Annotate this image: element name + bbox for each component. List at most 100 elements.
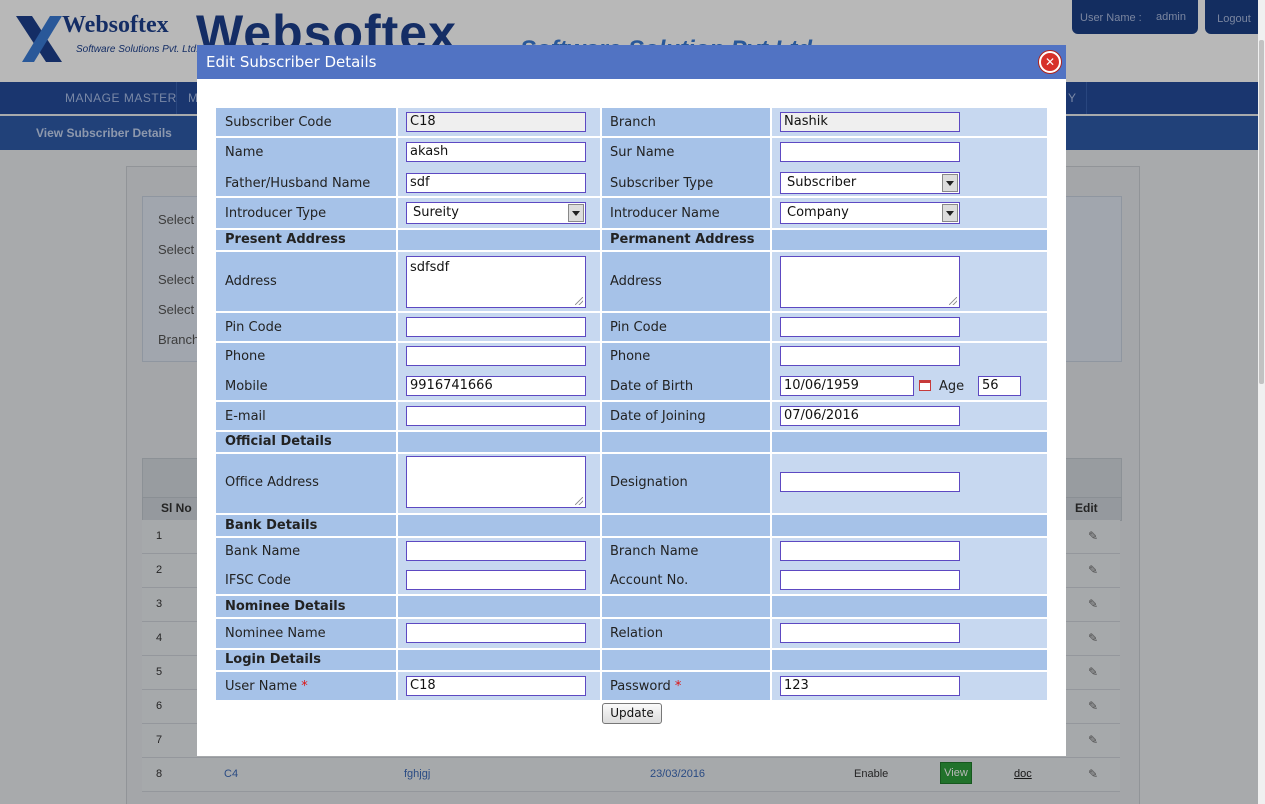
cell: Subscriber Code xyxy=(216,108,397,136)
cell xyxy=(771,313,1047,341)
perm-pin-code-input[interactable] xyxy=(780,317,960,337)
branch-name-label: Branch Name xyxy=(610,544,699,559)
branch-input[interactable]: Nashik xyxy=(780,112,960,132)
cell xyxy=(771,538,1047,594)
sur-name-label: Sur Name xyxy=(610,145,675,160)
password-input[interactable]: 123 xyxy=(780,676,960,696)
close-icon[interactable]: ✕ xyxy=(1039,51,1061,73)
cell: Branch Name Account No. xyxy=(601,538,771,594)
form-row: Pin Code Pin Code xyxy=(216,313,1047,341)
cell: Designation xyxy=(601,454,771,513)
office-address-label: Office Address xyxy=(225,475,319,490)
age-input[interactable]: 56 xyxy=(978,376,1021,396)
introducer-type-select[interactable]: Sureity xyxy=(406,202,586,224)
address-value: sdfsdf xyxy=(410,260,450,275)
dialog-title-bar: Edit Subscriber Details ✕ xyxy=(197,45,1066,79)
perm-phone-input[interactable] xyxy=(780,346,960,366)
account-no-input[interactable] xyxy=(780,570,960,590)
ifsc-label: IFSC Code xyxy=(225,573,291,588)
sur-name-input[interactable] xyxy=(780,142,960,162)
subscriber-code-input[interactable]: C18 xyxy=(406,112,586,132)
form-row: Subscriber Code C18 Branch Nashik xyxy=(216,108,1047,136)
introducer-name-value: Company xyxy=(787,205,849,220)
dialog-title: Edit Subscriber Details xyxy=(206,53,377,71)
cell: Office Address xyxy=(216,454,397,513)
cell xyxy=(397,402,601,430)
perm-phone-label: Phone xyxy=(610,349,651,364)
address-textarea[interactable]: sdfsdf xyxy=(406,256,586,308)
cell: Branch xyxy=(601,108,771,136)
form-row: Nominee Name Relation xyxy=(216,619,1047,648)
column-divider xyxy=(600,108,602,700)
cell xyxy=(771,252,1047,311)
introducer-name-label: Introducer Name xyxy=(610,206,720,221)
mobile-input[interactable]: 9916741666 xyxy=(406,376,586,396)
cell: 10/06/1959 Age 56 xyxy=(771,343,1047,400)
dob-label: Date of Birth xyxy=(610,379,694,394)
bank-name-label: Bank Name xyxy=(225,544,301,559)
office-address-textarea[interactable] xyxy=(406,456,586,508)
cell: Subscriber xyxy=(771,138,1047,196)
cell: Sureity xyxy=(397,198,601,228)
nominee-section-header: Nominee Details xyxy=(216,596,1047,617)
cell: Address xyxy=(601,252,771,311)
ifsc-input[interactable] xyxy=(406,570,586,590)
pin-code-input[interactable] xyxy=(406,317,586,337)
required-mark: * xyxy=(674,679,682,694)
cell: Sur Name Subscriber Type xyxy=(601,138,771,196)
cell xyxy=(771,619,1047,648)
nominee-details-heading: Nominee Details xyxy=(225,599,346,614)
password-label: Password * xyxy=(610,679,681,694)
cell: Introducer Name xyxy=(601,198,771,228)
cell: Pin Code xyxy=(601,313,771,341)
subscriber-type-value: Subscriber xyxy=(787,175,857,190)
form-row: Name Father/Husband Name akash sdf Sur N… xyxy=(216,138,1047,196)
cell: 07/06/2016 xyxy=(771,402,1047,430)
phone-input[interactable] xyxy=(406,346,586,366)
branch-name-input[interactable] xyxy=(780,541,960,561)
user-name-input[interactable]: C18 xyxy=(406,676,586,696)
email-label: E-mail xyxy=(225,409,266,424)
subscriber-type-select[interactable]: Subscriber xyxy=(780,172,960,194)
branch-label: Branch xyxy=(610,115,656,130)
father-name-input[interactable]: sdf xyxy=(406,173,586,193)
login-section-header: Login Details xyxy=(216,650,1047,670)
user-name-label-text: User Name xyxy=(225,679,298,694)
designation-input[interactable] xyxy=(780,472,960,492)
dob-input[interactable]: 10/06/1959 xyxy=(780,376,914,396)
bank-name-input[interactable] xyxy=(406,541,586,561)
cell: 123 xyxy=(771,672,1047,700)
father-name-label: Father/Husband Name xyxy=(225,176,371,191)
address-label: Address xyxy=(225,274,277,289)
nominee-name-input[interactable] xyxy=(406,623,586,643)
cell xyxy=(397,538,601,594)
form-row: User Name * C18 Password * 123 xyxy=(216,672,1047,700)
resize-grip-icon[interactable] xyxy=(575,497,583,505)
login-details-heading: Login Details xyxy=(225,652,322,667)
name-input[interactable]: akash xyxy=(406,142,586,162)
perm-address-label: Address xyxy=(610,274,662,289)
bank-section-header: Bank Details xyxy=(216,515,1047,536)
form-row: Phone Mobile 9916741666 Phone Date of Bi… xyxy=(216,343,1047,400)
address-section-header: Present Address Permanent Address xyxy=(216,230,1047,250)
introducer-name-select[interactable]: Company xyxy=(780,202,960,224)
column-divider xyxy=(396,108,398,700)
perm-address-textarea[interactable] xyxy=(780,256,960,308)
form-row: E-mail Date of Joining 07/06/2016 xyxy=(216,402,1047,430)
cell: Phone Mobile xyxy=(216,343,397,400)
cell: Company xyxy=(771,198,1047,228)
email-input[interactable] xyxy=(406,406,586,426)
cell xyxy=(397,619,601,648)
update-button[interactable]: Update xyxy=(602,703,662,724)
age-label: Age xyxy=(939,379,965,394)
resize-grip-icon[interactable] xyxy=(575,297,583,305)
relation-input[interactable] xyxy=(780,623,960,643)
cell: Pin Code xyxy=(216,313,397,341)
designation-label: Designation xyxy=(610,475,688,490)
cell: C18 xyxy=(397,108,601,136)
resize-grip-icon[interactable] xyxy=(949,297,957,305)
doj-input[interactable]: 07/06/2016 xyxy=(780,406,960,426)
calendar-icon[interactable] xyxy=(919,380,931,391)
page-scrollbar-thumb[interactable] xyxy=(1259,40,1264,384)
cell: Relation xyxy=(601,619,771,648)
